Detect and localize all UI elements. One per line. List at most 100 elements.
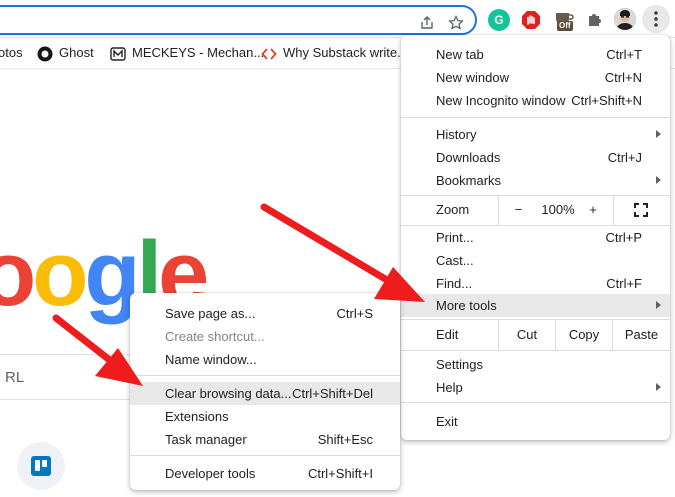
submenu-item-task-manager[interactable]: Task manager Shift+Esc [130,428,400,451]
menu-item-label: Downloads [436,150,501,165]
menu-item-label: Create shortcut... [165,329,265,344]
bookmark-meckeys[interactable]: MECKEYS - Mechan... [110,45,264,62]
bookmark-label: Why Substack write... [283,45,408,60]
submenu-item-save-page[interactable]: Save page as... Ctrl+S [130,302,400,325]
menu-item-cast[interactable]: Cast... [401,249,670,272]
fullscreen-button[interactable] [613,195,670,225]
adblock-stop-icon[interactable] [520,9,542,31]
grammarly-letter: G [494,13,504,27]
menu-item-label: Print... [436,230,474,245]
menu-item-label: Settings [436,357,483,372]
bookmark-star-icon[interactable] [448,15,464,31]
chrome-menu-button[interactable] [642,5,670,33]
submenu-arrow-icon [656,130,661,138]
extensions-puzzle-icon[interactable] [584,9,606,31]
logo-letter: o [0,223,36,325]
menu-separator [130,375,400,376]
menu-item-label: History [436,127,477,142]
menu-item-find[interactable]: Find... Ctrl+F [401,272,670,295]
bookmark-ghost[interactable]: Ghost [37,45,94,62]
menu-item-label: Task manager [165,432,247,447]
menu-item-shortcut: Ctrl+S [336,306,373,321]
menu-item-label: Clear browsing data... [165,386,292,401]
google-search-box[interactable]: RL [0,354,150,400]
bookmark-substack[interactable]: Why Substack write... [261,45,408,62]
menu-item-label: Exit [436,414,458,429]
bookmark-label: otos [0,45,23,60]
browser-toolbar: G Off [0,0,675,38]
chrome-main-menu: New tab Ctrl+T New window Ctrl+N New Inc… [401,35,670,440]
profile-avatar[interactable] [614,8,636,30]
logo-letter: g [84,223,140,325]
bookmark-label: Ghost [59,45,94,60]
fullscreen-icon [634,203,648,217]
menu-separator [401,350,670,351]
menu-item-history[interactable]: History [401,123,670,146]
menu-item-print[interactable]: Print... Ctrl+P [401,226,670,249]
menu-separator [401,402,670,403]
menu-item-label: New window [436,70,509,85]
submenu-item-name-window[interactable]: Name window... [130,348,400,371]
menu-item-shortcut: Ctrl+J [607,150,642,165]
copy-button[interactable]: Copy [555,320,612,350]
menu-separator [130,455,400,456]
avatar-person-icon [614,8,636,30]
menu-item-new-window[interactable]: New window Ctrl+N [401,66,670,89]
menu-item-label: New Incognito window [436,93,566,108]
share-icon[interactable] [419,15,435,31]
code-bracket-icon [261,47,277,60]
menu-item-label: Developer tools [165,466,256,481]
bookmark-photos[interactable]: otos [0,45,23,60]
address-bar[interactable] [0,5,477,35]
menu-item-label: New tab [436,47,484,62]
shortcut-tile-trello[interactable] [17,442,65,490]
meckeys-icon [110,46,126,61]
menu-item-shortcut: Shift+Esc [317,432,373,447]
off-extension-icon[interactable]: Off [553,9,575,31]
zoom-out-button[interactable]: − [498,195,538,225]
menu-item-label: Save page as... [165,306,256,321]
menu-item-downloads[interactable]: Downloads Ctrl+J [401,146,670,169]
menu-item-help[interactable]: Help [401,376,670,399]
grammarly-extension-icon[interactable]: G [488,9,510,31]
trello-icon [31,456,51,476]
more-tools-submenu: Save page as... Ctrl+S Create shortcut..… [130,293,400,490]
menu-item-new-tab[interactable]: New tab Ctrl+T [401,43,670,66]
menu-item-shortcut: Ctrl+Shift+Del [292,386,373,401]
menu-item-label: Find... [436,276,473,291]
menu-item-exit[interactable]: Exit [401,410,670,433]
submenu-item-extensions[interactable]: Extensions [130,405,400,428]
kebab-menu-icon [654,11,658,27]
off-badge: Off [557,21,573,31]
menu-item-label: Bookmarks [436,173,502,188]
menu-item-label: Extensions [165,409,229,424]
menu-item-shortcut: Ctrl+P [605,230,642,245]
menu-item-shortcut: Ctrl+N [604,70,642,85]
paste-button[interactable]: Paste [612,320,670,350]
edit-label: Edit [436,327,459,342]
ghost-icon [37,46,53,62]
menu-item-label: Help [436,380,463,395]
cut-button[interactable]: Cut [498,320,555,350]
menu-item-more-tools[interactable]: More tools [401,294,670,317]
menu-item-label: Cast... [436,253,474,268]
submenu-item-create-shortcut: Create shortcut... [130,325,400,348]
bookmark-label: MECKEYS - Mechan... [132,45,265,60]
zoom-in-button[interactable]: + [578,195,608,225]
submenu-item-developer-tools[interactable]: Developer tools Ctrl+Shift+I [130,462,400,485]
menu-item-shortcut: Ctrl+Shift+N [571,93,642,108]
zoom-level-value: 100% [541,202,575,217]
submenu-item-clear-browsing-data[interactable]: Clear browsing data... Ctrl+Shift+Del [130,382,400,405]
menu-item-bookmarks[interactable]: Bookmarks [401,169,670,192]
menu-item-new-incognito-window[interactable]: New Incognito window Ctrl+Shift+N [401,89,670,112]
menu-item-shortcut: Ctrl+F [606,276,642,291]
zoom-label: Zoom [436,202,470,217]
logo-letter: o [32,223,88,325]
menu-item-settings[interactable]: Settings [401,353,670,376]
menu-item-label: Name window... [165,352,257,367]
menu-item-shortcut: Ctrl+T [606,47,642,62]
menu-separator [401,117,670,118]
menu-row-edit: Edit Cut Copy Paste [401,320,670,350]
menu-row-zoom: Zoom − 100% + [401,195,670,225]
submenu-arrow-icon [656,383,661,391]
